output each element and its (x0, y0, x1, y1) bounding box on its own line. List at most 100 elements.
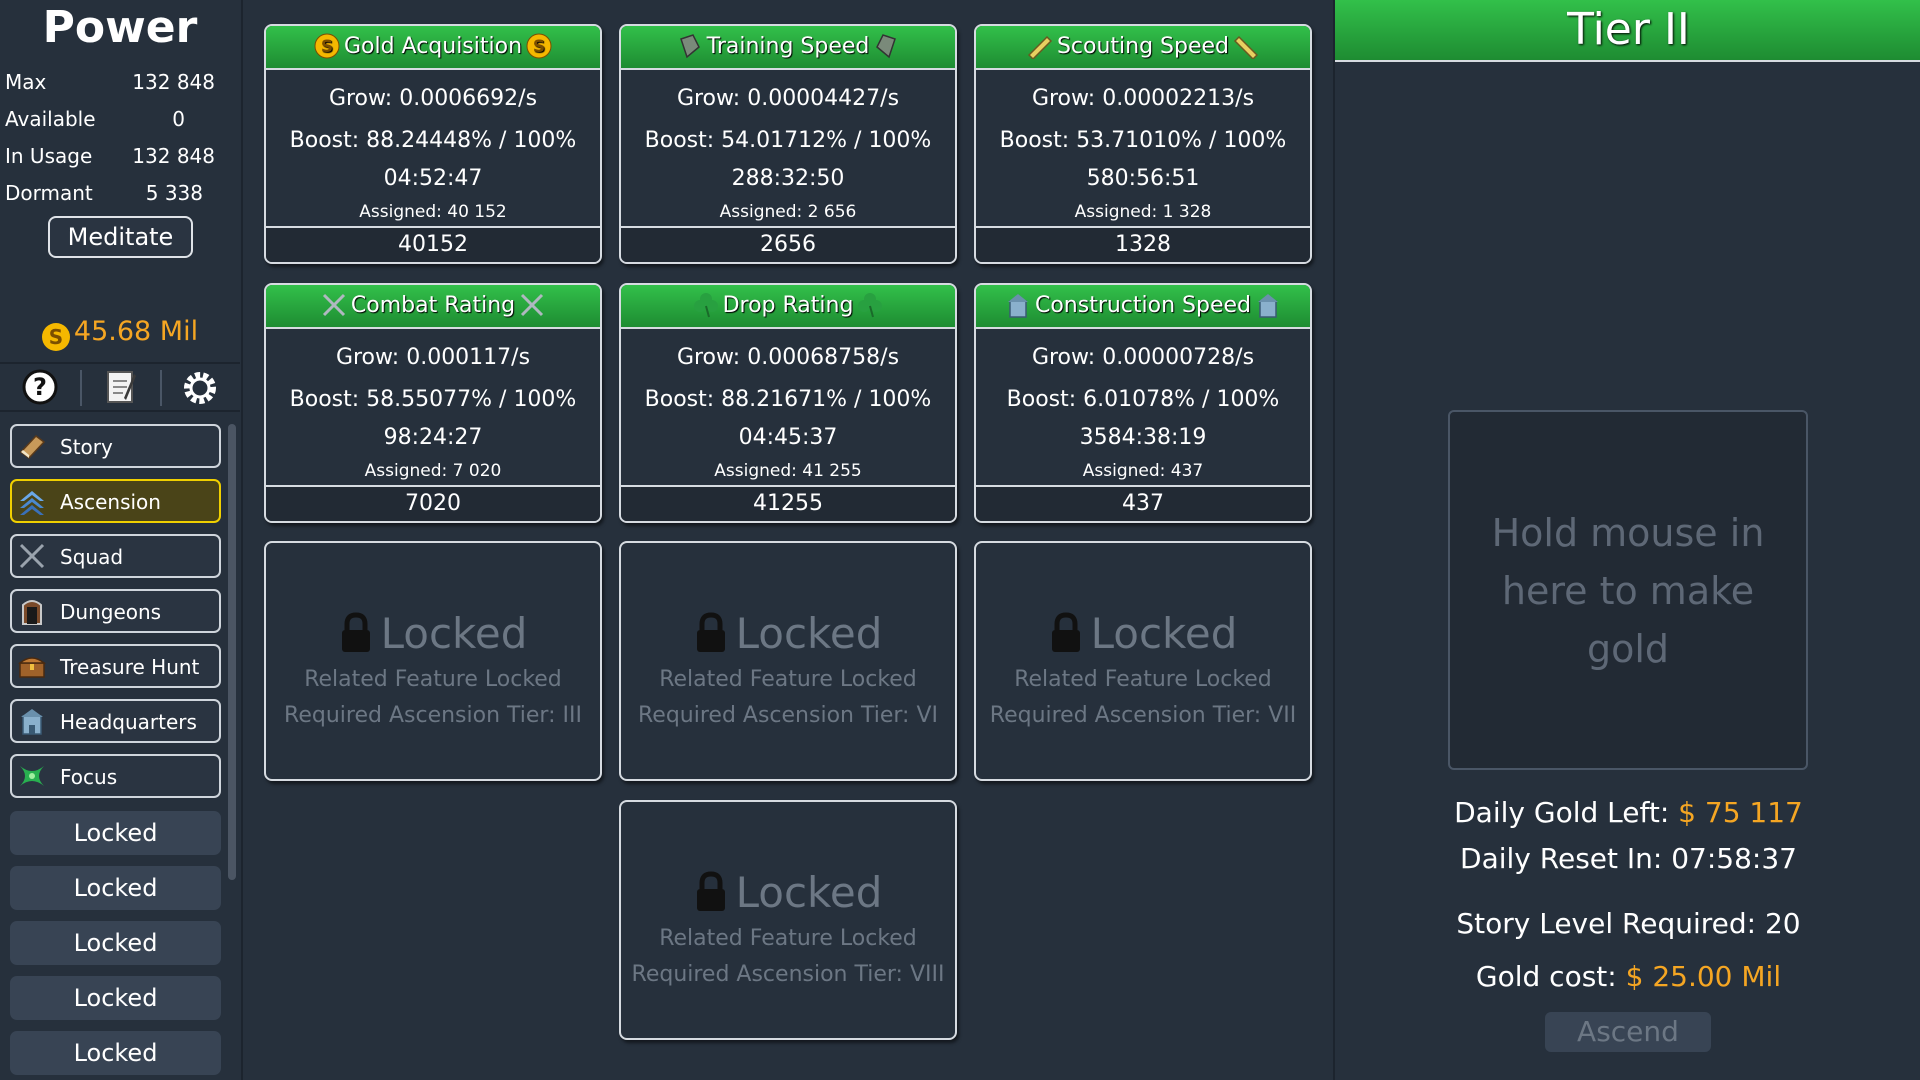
boost-value: Boost: 88.24448% / 100% (289, 128, 577, 153)
card-header: Combat Rating (266, 285, 600, 329)
assign-input[interactable]: 41255 (621, 485, 955, 521)
nav-item-locked[interactable]: Locked (10, 976, 221, 1020)
daily-gold-label: Daily Gold Left: (1454, 796, 1679, 829)
stat-value: 5 338 (145, 181, 203, 205)
gold-hold-area[interactable]: Hold mouse in here to make gold (1448, 410, 1808, 770)
assign-input[interactable]: 7020 (266, 485, 600, 521)
shield-icon (873, 32, 899, 59)
assigned-count: Assigned: 7 020 (364, 461, 502, 481)
assigned-count: Assigned: 1 328 (1074, 202, 1212, 222)
lock-icon (694, 871, 728, 923)
locked-label: Locked (380, 609, 528, 658)
story-level-required: Story Level Required: 20 (1456, 907, 1801, 940)
clover-icon (693, 291, 719, 318)
boost-value: Boost: 88.21671% / 100% (644, 387, 932, 412)
locked-requirement: Required Ascension Tier: VII (989, 703, 1297, 728)
time-remaining: 04:45:37 (738, 425, 838, 450)
shield-icon (677, 32, 703, 59)
stat-label: Available (5, 107, 96, 131)
nav-label: Squad (60, 545, 124, 569)
door-icon (18, 597, 46, 625)
card-title: Drop Rating (722, 293, 854, 318)
locked-label: Locked (735, 609, 883, 658)
boost-value: Boost: 53.71010% / 100% (999, 128, 1287, 153)
gold-cost-label: Gold cost: (1475, 960, 1626, 993)
assign-input[interactable]: 1328 (976, 226, 1310, 262)
nav-item-squad[interactable]: Squad (10, 534, 221, 578)
hold-instruction: Hold mouse in here to make gold (1491, 511, 1765, 671)
grow-rate: Grow: 0.00068758/s (676, 345, 900, 370)
assign-input[interactable]: 40152 (266, 226, 600, 262)
book-icon (18, 432, 46, 460)
card-title: Training Speed (706, 34, 870, 59)
assign-input[interactable]: 437 (976, 485, 1310, 521)
daily-gold-left: Daily Gold Left: $ 75 117 (1335, 796, 1920, 829)
card-header: Scouting Speed (976, 26, 1310, 70)
assigned-count: Assigned: 41 255 (714, 461, 862, 481)
stat-value: 0 (172, 107, 185, 131)
assign-input[interactable]: 2656 (621, 226, 955, 262)
locked-card: Locked Related Feature Locked Required A… (264, 541, 602, 781)
locked-requirement: Required Ascension Tier: III (284, 703, 582, 728)
grow-rate: Grow: 0.00000728/s (1031, 345, 1255, 370)
grow-rate: Grow: 0.0006692/s (328, 86, 538, 111)
crossed-swords-icon (18, 542, 46, 570)
assigned-count: Assigned: 437 (1082, 461, 1204, 481)
daily-gold-value: $ 75 117 (1678, 796, 1803, 829)
assigned-count: Assigned: 40 152 (359, 202, 507, 222)
nav-label: Treasure Hunt (60, 655, 200, 679)
gold-cost: Gold cost: $ 25.00 Mil (1335, 960, 1920, 993)
spyglass-icon (1233, 32, 1259, 61)
card-title: Gold Acquisition (343, 34, 523, 59)
lock-icon (694, 612, 728, 664)
gold-amount: 45.68 Mil (73, 316, 199, 347)
locked-reason: Related Feature Locked (659, 926, 917, 951)
stat-dormant: Dormant 5 338 (5, 181, 215, 211)
gear-icon[interactable] (160, 368, 240, 408)
nav-item-ascension[interactable]: Ascension (10, 479, 221, 523)
card-gold-acquisition: S Gold Acquisition S Grow: 0.0006692/s Boo… (264, 24, 602, 264)
card-combat-rating: Combat Rating Grow: 0.000117/s Boost: 58… (264, 283, 602, 523)
power-title: Power (42, 2, 198, 53)
locked-requirement: Required Ascension Tier: VI (638, 703, 938, 728)
nav-item-focus[interactable]: Focus (10, 754, 221, 798)
nav-item-dungeons[interactable]: Dungeons (10, 589, 221, 633)
clipboard-icon[interactable] (80, 368, 160, 408)
locked-title: Locked (621, 609, 955, 664)
time-remaining: 04:52:47 (383, 166, 483, 191)
building-icon (1005, 291, 1031, 318)
nav-item-headquarters[interactable]: Headquarters (10, 699, 221, 743)
nav-label: Story (60, 435, 113, 459)
daily-reset: Daily Reset In: 07:58:37 (1460, 842, 1797, 875)
nav-item-locked[interactable]: Locked (10, 866, 221, 910)
building-icon (18, 707, 46, 735)
assigned-count: Assigned: 2 656 (719, 202, 857, 222)
nav-scrollbar[interactable] (228, 424, 236, 880)
nav-item-treasure-hunt[interactable]: Treasure Hunt (10, 644, 221, 688)
grow-rate: Grow: 0.000117/s (335, 345, 531, 370)
boost-value: Boost: 54.01712% / 100% (644, 128, 932, 153)
nav-item-locked[interactable]: Locked (10, 1031, 221, 1075)
stat-value: 132 848 (132, 70, 215, 94)
ascend-button[interactable]: Ascend (1545, 1012, 1711, 1052)
locked-reason: Related Feature Locked (1014, 667, 1272, 692)
locked-reason: Related Feature Locked (304, 667, 562, 692)
stat-max: Max 132 848 (5, 70, 215, 100)
card-title: Construction Speed (1034, 293, 1252, 318)
left-panel: Power Max 132 848 Available 0 In Usage 1… (0, 0, 243, 1080)
nav-item-locked[interactable]: Locked (10, 811, 221, 855)
stat-available: Available 0 (5, 107, 215, 137)
meditate-button[interactable]: Meditate (48, 216, 193, 258)
tier-title: Tier II (1335, 0, 1920, 62)
nav-item-story[interactable]: Story (10, 424, 221, 468)
locked-title: Locked (266, 609, 600, 664)
crossed-swords-icon (519, 291, 545, 317)
svg-text:?: ? (33, 373, 47, 401)
card-header: Training Speed (621, 26, 955, 70)
help-icon[interactable]: ? (0, 368, 80, 408)
svg-text:S: S (321, 37, 333, 57)
locked-card: Locked Related Feature Locked Required A… (619, 541, 957, 781)
card-title: Combat Rating (350, 293, 516, 318)
nav-item-locked[interactable]: Locked (10, 921, 221, 965)
coin-icon: S (526, 32, 552, 59)
